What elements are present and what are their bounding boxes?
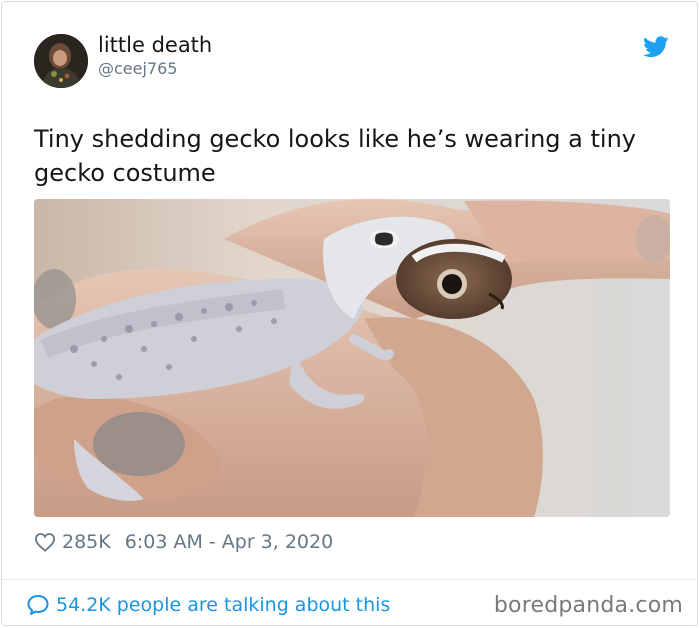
- tweet-meta: 285K 6:03 AM - Apr 3, 2020: [34, 530, 333, 554]
- like-count[interactable]: 285K: [62, 531, 111, 553]
- speech-bubble-icon: [27, 595, 49, 615]
- talking-text: 54.2K people are talking about this: [56, 594, 391, 616]
- tweet-photo[interactable]: [34, 199, 670, 517]
- tweet-timestamp[interactable]: 6:03 AM - Apr 3, 2020: [125, 531, 333, 553]
- tweet-card: little death @ceej765 Tiny shedding geck…: [1, 1, 698, 626]
- heart-icon[interactable]: [34, 532, 56, 552]
- author-display-name[interactable]: little death: [98, 33, 212, 57]
- twitter-bird-icon[interactable]: [643, 36, 669, 58]
- boredpanda-watermark: boredpanda.com: [493, 593, 683, 618]
- footer-divider: [2, 579, 697, 580]
- tweet-text: Tiny shedding gecko looks like he’s wear…: [34, 125, 636, 187]
- author-handle[interactable]: @ceej765: [98, 59, 177, 78]
- talking-link[interactable]: 54.2K people are talking about this: [26, 593, 390, 617]
- gecko-photo: [34, 199, 670, 517]
- avatar-image: [34, 34, 88, 88]
- avatar[interactable]: [34, 34, 88, 88]
